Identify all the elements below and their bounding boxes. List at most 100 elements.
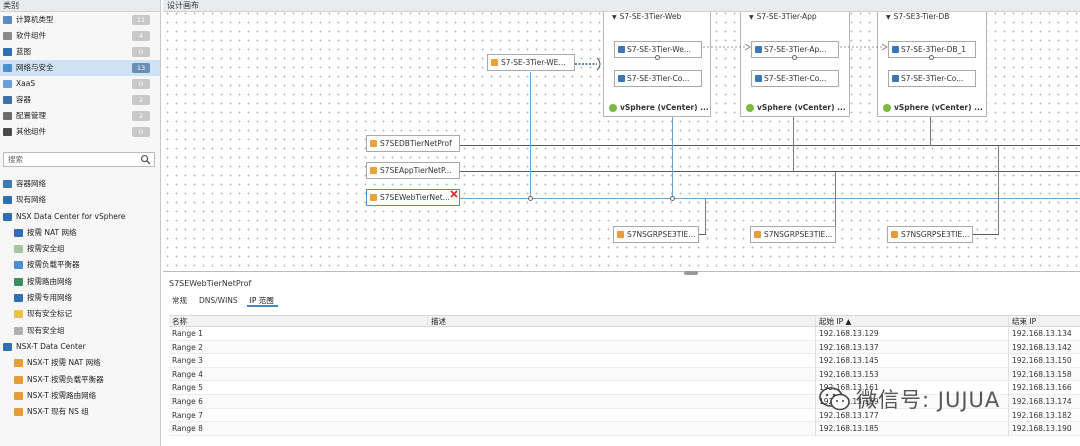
vm-icon xyxy=(892,46,899,53)
tree-item[interactable]: NSX-T 按需 NAT 网络 xyxy=(0,355,160,371)
category-item[interactable]: 软件组件 4 xyxy=(0,28,160,44)
search-icon[interactable] xyxy=(140,154,151,165)
tree-item[interactable]: 现有网络 xyxy=(0,192,160,208)
collapse-icon[interactable]: ▼ xyxy=(749,12,754,24)
remove-icon[interactable] xyxy=(450,190,458,198)
category-label: 计算机类型 xyxy=(16,15,54,24)
details-panel: S7SEWebTierNetProf 常规 DNS/WINS IP 范围 名称 描述起… xyxy=(163,276,1080,446)
network-profile-icon xyxy=(370,140,377,147)
category-item[interactable]: 计算机类型 11 xyxy=(0,12,160,28)
tab-0[interactable]: 常规 xyxy=(169,295,191,307)
network-web-node[interactable]: S7SEWebTierNet... xyxy=(366,189,460,206)
tree-item[interactable]: NSX-T 按需路由网络 xyxy=(0,388,160,404)
network-profile-icon xyxy=(370,167,377,174)
tree-item-label: 容器网络 xyxy=(16,179,46,188)
table-row[interactable]: Range 8 192.168.13.185 192.168.13.190 xyxy=(169,422,1080,436)
load-balancer-icon xyxy=(14,261,23,270)
tree-item-label: 现有网络 xyxy=(16,195,46,205)
connector-port xyxy=(929,55,934,60)
wechat-icon xyxy=(819,387,850,411)
db-group-connector xyxy=(930,116,931,146)
category-item[interactable]: 容器 2 xyxy=(0,92,160,108)
web-group-connector xyxy=(672,116,673,199)
category-count: 4 xyxy=(132,31,150,41)
vm-node[interactable]: S7-SE-3Tier-Co... xyxy=(888,70,976,87)
collapse-icon[interactable]: ▼ xyxy=(612,12,617,24)
vm-icon xyxy=(755,46,762,53)
nat-network-icon xyxy=(14,228,23,237)
tree-item[interactable]: 按需路由网络 xyxy=(0,274,160,290)
table-cell: Range 1 xyxy=(172,329,203,338)
network-app-node[interactable]: S7SEAppTierNetP... xyxy=(366,162,460,179)
category-count: 2 xyxy=(132,111,150,121)
tree-item[interactable]: 现有安全组 xyxy=(0,323,160,339)
nsgroup-node-1[interactable]: S7NSGRPSE3TIE... xyxy=(613,226,699,243)
tree-item-label: 按需专用网络 xyxy=(27,293,72,303)
category-panel-title: 类别 xyxy=(0,0,160,12)
nsxt-ns-group-icon xyxy=(14,408,23,417)
details-title: S7SEWebTierNetProf xyxy=(169,279,252,288)
vm-group-3[interactable]: ▼ S7-SE3-Tier-DB S7-SE-3Tier-DB_1 S7-SE-3Ti… xyxy=(877,10,987,117)
category-item[interactable]: 蓝图 0 xyxy=(0,44,160,60)
app-network-line xyxy=(460,171,1080,172)
tree-item[interactable]: 现有安全标记 xyxy=(0,306,160,322)
tree-item[interactable]: 按需 NAT 网络 xyxy=(0,225,160,241)
search-box[interactable] xyxy=(3,152,155,167)
table-cell: 192.168.13.182 xyxy=(1008,408,1080,423)
panel-splitter-handle[interactable] xyxy=(684,271,698,275)
tree-item-label: 按需 NAT 网络 xyxy=(27,227,77,237)
category-item[interactable]: 配置管理 2 xyxy=(0,108,160,124)
vm-node[interactable]: S7-SE-3Tier-Co... xyxy=(614,70,702,87)
tree-item[interactable]: 按需专用网络 xyxy=(0,290,160,306)
tree-item-label: NSX-T 按需负载平衡器 xyxy=(27,374,104,384)
nsx-t-icon xyxy=(3,342,12,351)
tree-item[interactable]: NSX-T 按需负载平衡器 xyxy=(0,372,160,388)
tree-item[interactable]: 按需安全组 xyxy=(0,241,160,257)
group-endpoint: vSphere (vCenter) ... xyxy=(882,102,983,114)
group-title[interactable]: ▼ S7-SE-3Tier-Web xyxy=(604,11,681,23)
load-balancer-icon xyxy=(491,59,498,66)
group-endpoint: vSphere (vCenter) ... xyxy=(608,102,709,114)
table-cell: 192.168.13.137 xyxy=(815,340,1008,355)
tree-item[interactable]: NSX-T 现有 NS 组 xyxy=(0,404,160,420)
table-row[interactable]: Range 4 192.168.13.153 192.168.13.158 xyxy=(169,367,1080,382)
tree-item[interactable]: 容器网络 xyxy=(0,176,160,192)
network-security-icon xyxy=(3,64,12,72)
category-label: 容器 xyxy=(16,95,31,104)
table-row[interactable]: Range 2 192.168.13.137 192.168.13.142 xyxy=(169,340,1080,355)
nsgroup-node-2[interactable]: S7NSGRPSE3TIE... xyxy=(750,226,836,243)
nsgroup-node-3[interactable]: S7NSGRPSE3TIE... xyxy=(887,226,973,243)
table-cell: 192.168.13.174 xyxy=(1008,394,1080,409)
computer-type-icon xyxy=(3,16,12,24)
group-title[interactable]: ▼ S7-SE-3Tier-App xyxy=(741,11,817,23)
software-component-icon xyxy=(3,32,12,40)
vsphere-icon xyxy=(746,104,754,112)
category-label: XaaS xyxy=(16,79,36,88)
vm-group-2[interactable]: ▼ S7-SE-3Tier-App S7-SE-3Tier-Ap... S7-SE-3… xyxy=(740,10,850,117)
table-row[interactable]: Range 3 192.168.13.145 192.168.13.150 xyxy=(169,354,1080,368)
tree-item[interactable]: NSX-T Data Center xyxy=(0,339,160,355)
search-input[interactable] xyxy=(4,153,134,166)
nsgroup3-link xyxy=(973,234,999,235)
tab-1[interactable]: DNS/WINS xyxy=(196,295,242,307)
security-group-icon xyxy=(14,245,23,254)
tree-item[interactable]: NSX Data Center for vSphere xyxy=(0,209,160,225)
vm-icon xyxy=(618,75,625,82)
category-item[interactable]: 其他组件 0 xyxy=(0,124,160,140)
category-item[interactable]: XaaS 0 xyxy=(0,76,160,92)
network-db-node[interactable]: S7SEDBTierNetProf xyxy=(366,135,460,152)
category-item[interactable]: 网络与安全 13 xyxy=(0,60,160,76)
vm-node[interactable]: S7-SE-3Tier-Co... xyxy=(751,70,839,87)
tree-item[interactable]: 按需负载平衡器 xyxy=(0,257,160,273)
existing-security-group-icon xyxy=(14,326,23,335)
load-balancer-node[interactable]: S7-SE-3Tier-WE... xyxy=(487,54,575,71)
tab-2[interactable]: IP 范围 xyxy=(246,295,278,307)
existing-network-icon xyxy=(3,196,12,205)
ns-group-icon xyxy=(891,231,898,238)
collapse-icon[interactable]: ▼ xyxy=(886,12,891,24)
design-canvas[interactable]: 设计画布 S7-SE-3Tier-WE... ▼ S7-SE-3Tier-Web S… xyxy=(163,0,1080,272)
private-network-icon xyxy=(14,294,23,303)
vm-group-1[interactable]: ▼ S7-SE-3Tier-Web S7-SE-3Tier-We... S7-SE-3… xyxy=(603,10,711,117)
table-row[interactable]: Range 1 192.168.13.129 192.168.13.134 xyxy=(169,327,1080,341)
group-title[interactable]: ▼ S7-SE3-Tier-DB xyxy=(878,11,949,23)
